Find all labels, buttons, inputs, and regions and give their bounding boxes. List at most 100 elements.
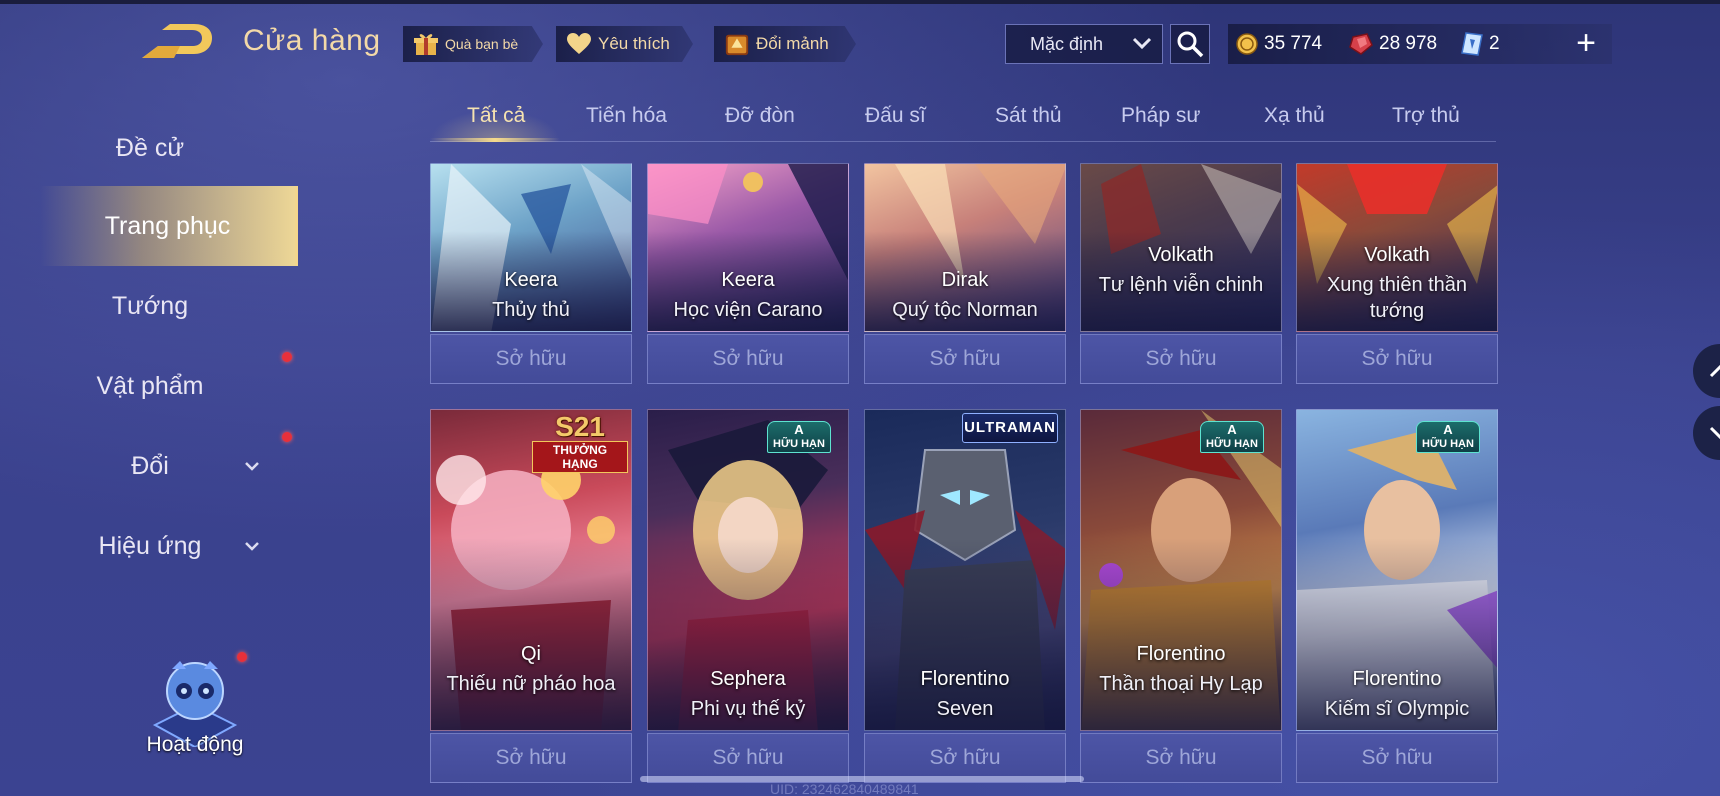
owned-button[interactable]: Sở hữu xyxy=(864,334,1066,384)
rank-reward-badge: S21 THƯỞNG HẠNG xyxy=(532,411,628,473)
sidebar-item-recommended[interactable]: Đề cử xyxy=(0,118,300,178)
friend-gift-button[interactable]: Quà bạn bè xyxy=(403,26,543,62)
owned-button[interactable]: Sở hữu xyxy=(1296,334,1498,384)
gold-amount: 35 774 xyxy=(1264,33,1323,54)
tab-marksman[interactable]: Xạ thủ xyxy=(1264,104,1325,128)
hero-name: Keera xyxy=(721,269,775,291)
exchange-fragments-label: Đổi mảnh xyxy=(756,34,829,53)
limited-badge: A HỮU HẠN xyxy=(1416,421,1480,453)
owned-button[interactable]: Sở hữu xyxy=(430,334,632,384)
hero-name: Dirak xyxy=(941,269,989,291)
gift-icon xyxy=(413,31,439,57)
card-balance: 2 xyxy=(1461,32,1500,56)
tab-all[interactable]: Tất cả xyxy=(467,104,525,128)
tab-support[interactable]: Trợ thủ xyxy=(1392,104,1460,128)
currency-bar: 35 774 28 978 2 + xyxy=(1228,24,1612,64)
chevron-down-icon xyxy=(244,536,260,557)
tab-mage[interactable]: Pháp sư xyxy=(1121,104,1200,128)
skin-name: Phi vụ thế kỷ xyxy=(690,698,806,720)
hero-name: Sephera xyxy=(710,668,786,690)
tab-evolution[interactable]: Tiến hóa xyxy=(586,104,667,128)
topup-plus-button[interactable]: + xyxy=(1568,26,1604,62)
chevron-down-icon xyxy=(1132,34,1152,55)
ruby-balance: 28 978 xyxy=(1349,33,1437,55)
skin-name: Thủy thủ xyxy=(492,299,570,321)
chevron-down-icon xyxy=(1709,426,1720,440)
skin-card-icon xyxy=(1461,32,1483,56)
card-amount: 2 xyxy=(1489,33,1500,54)
hero-name: Florentino xyxy=(1136,643,1226,665)
sidebar-item-label: Trang phục xyxy=(104,211,231,240)
owned-button[interactable]: Sở hữu xyxy=(430,733,632,783)
limited-badge: A HỮU HẠN xyxy=(767,421,831,453)
sidebar-item-items[interactable]: Vật phẩm xyxy=(0,356,300,416)
owned-button[interactable]: Sở hữu xyxy=(1080,733,1282,783)
notification-dot xyxy=(282,432,292,442)
sidebar-item-label: Vật phẩm xyxy=(96,371,204,400)
skin-name: Học viện Carano xyxy=(673,299,823,321)
favorites-button[interactable]: Yêu thích xyxy=(556,26,693,62)
badge-sub-label: HỮU HẠN xyxy=(1422,438,1474,450)
owned-button[interactable]: Sở hữu xyxy=(1296,733,1498,783)
sidebar-item-effects[interactable]: Hiệu ứng xyxy=(0,516,300,576)
chevron-up-icon xyxy=(1709,364,1720,378)
sidebar-item-label: Tướng xyxy=(111,291,189,320)
ultraman-collab-badge: ULTRAMAN xyxy=(962,413,1058,443)
friend-gift-label: Quà bạn bè xyxy=(445,36,519,52)
back-button[interactable] xyxy=(140,24,214,60)
notification-dot xyxy=(282,352,292,362)
tab-assassin[interactable]: Sát thủ xyxy=(995,104,1062,128)
skin-name: Kiếm sĩ Olympic xyxy=(1324,698,1470,720)
ruby-icon xyxy=(1349,33,1373,55)
owned-button[interactable]: Sở hữu xyxy=(1080,334,1282,384)
scroll-up-button[interactable] xyxy=(1693,344,1720,398)
skin-name: Xung thiên thần tướng xyxy=(1326,274,1468,322)
page-title: Cửa hàng xyxy=(243,24,381,57)
skin-name: Quý tộc Norman xyxy=(892,299,1038,321)
sidebar-item-skins[interactable]: Trang phục xyxy=(40,186,298,266)
shop-screen: Cửa hàng Quà bạn bè Yêu thích Đổi mảnh M… xyxy=(0,0,1720,796)
favorites-label: Yêu thích xyxy=(598,34,670,53)
hero-name: Volkath xyxy=(1364,244,1430,266)
owned-button[interactable]: Sở hữu xyxy=(647,334,849,384)
heart-icon xyxy=(566,31,592,57)
activity-label: Hoạt động xyxy=(146,733,244,756)
skin-name: Thiếu nữ pháo hoa xyxy=(446,673,616,695)
notification-dot xyxy=(237,652,247,662)
active-tab-underline xyxy=(430,138,560,142)
sidebar-item-label: Hiệu ứng xyxy=(98,531,202,560)
hero-class-tabs: Tất cả Tiến hóa Đỡ đòn Đấu sĩ Sát thủ Ph… xyxy=(430,100,1496,142)
gold-balance: 35 774 xyxy=(1236,33,1322,55)
badge-grade: A xyxy=(1443,422,1453,437)
badge-sub-label: HỮU HẠN xyxy=(773,438,825,450)
uid-text: UID: 232462840489841 xyxy=(770,781,919,796)
sort-dropdown[interactable]: Mặc định xyxy=(1005,24,1163,64)
badge-grade: A xyxy=(1227,422,1237,437)
scroll-down-button[interactable] xyxy=(1693,406,1720,460)
chevron-down-icon xyxy=(244,456,260,477)
top-strip xyxy=(0,0,1720,4)
limited-badge: A HỮU HẠN xyxy=(1200,421,1264,453)
hero-name: Florentino xyxy=(920,668,1010,690)
sidebar-item-heroes[interactable]: Tướng xyxy=(0,276,300,336)
sidebar-item-exchange[interactable]: Đổi xyxy=(0,436,300,496)
hero-name: Keera xyxy=(504,269,558,291)
tab-tank[interactable]: Đỡ đòn xyxy=(725,104,795,128)
badge-sub-label: HỮU HẠN xyxy=(1206,438,1258,450)
badge-grade: A xyxy=(794,422,804,437)
skin-name: Thần thoại Hy Lạp xyxy=(1099,673,1263,695)
back-arrow-icon xyxy=(142,24,212,58)
ruby-amount: 28 978 xyxy=(1379,33,1438,54)
hero-name: Florentino xyxy=(1352,668,1442,690)
tab-fighter[interactable]: Đấu sĩ xyxy=(865,104,926,128)
season-label: S21 xyxy=(555,411,605,442)
exchange-fragments-button[interactable]: Đổi mảnh xyxy=(714,26,856,62)
gold-coin-icon xyxy=(1236,33,1258,55)
badge-sub-label: THƯỞNG HẠNG xyxy=(532,441,628,473)
sidebar-item-label: Đổi xyxy=(131,451,169,480)
sort-value: Mặc định xyxy=(1030,33,1104,54)
search-button[interactable] xyxy=(1170,24,1210,64)
search-icon xyxy=(1177,31,1204,58)
hero-name: Qi xyxy=(521,643,541,665)
hero-name: Volkath xyxy=(1148,244,1214,266)
